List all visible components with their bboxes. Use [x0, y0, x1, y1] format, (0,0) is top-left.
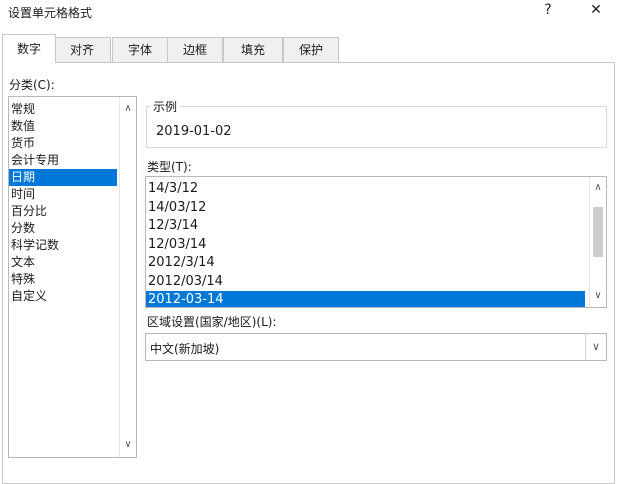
category-item[interactable]: 日期: [9, 169, 117, 186]
help-button[interactable]: ?: [534, 0, 562, 22]
chevron-down-icon[interactable]: ∨: [585, 334, 606, 360]
tab-border[interactable]: 边框: [167, 37, 223, 62]
scroll-down-icon[interactable]: ∨: [590, 288, 606, 304]
category-item[interactable]: 货币: [9, 135, 117, 152]
scroll-down-icon[interactable]: ∨: [120, 437, 136, 453]
type-listbox[interactable]: 14/3/12 14/03/12 12/3/14 12/03/14 2012/3/14 2…: [145, 176, 607, 308]
tab-fill[interactable]: 填充: [223, 37, 283, 62]
locale-label: 区域设置(国家/地区)(L):: [147, 315, 277, 329]
tab-protection[interactable]: 保护: [283, 37, 339, 62]
type-label: 类型(T):: [147, 160, 192, 174]
category-item[interactable]: 会计专用: [9, 152, 117, 169]
tab-font[interactable]: 字体: [112, 37, 168, 62]
type-items: 14/3/12 14/03/12 12/3/14 12/03/14 2012/3/14 2…: [146, 177, 585, 307]
category-item[interactable]: 科学记数: [9, 237, 117, 254]
category-item[interactable]: 时间: [9, 186, 117, 203]
tab-alignment[interactable]: 对齐: [53, 37, 111, 62]
category-item[interactable]: 分数: [9, 220, 117, 237]
tab-number[interactable]: 数字: [2, 34, 56, 63]
type-item[interactable]: 12/03/14: [146, 236, 585, 255]
type-item[interactable]: 14/3/12: [146, 180, 585, 199]
dialog-title: 设置单元格格式: [8, 6, 93, 20]
category-item[interactable]: 文本: [9, 254, 117, 271]
scroll-up-icon[interactable]: ∧: [120, 101, 136, 117]
category-item[interactable]: 常规: [9, 101, 117, 118]
sample-value: 2019-01-02: [156, 124, 232, 139]
type-item[interactable]: 12/3/14: [146, 217, 585, 236]
scroll-thumb[interactable]: [593, 207, 603, 257]
locale-select[interactable]: 中文(新加坡) ∨: [145, 333, 607, 361]
scroll-up-icon[interactable]: ∧: [590, 180, 606, 196]
type-item[interactable]: 14/03/12: [146, 199, 585, 218]
close-button[interactable]: ✕: [582, 0, 610, 22]
category-scrollbar[interactable]: ∧ ∨: [119, 97, 136, 457]
type-scrollbar[interactable]: ∧ ∨: [589, 177, 606, 307]
category-item[interactable]: 百分比: [9, 203, 117, 220]
category-item[interactable]: 自定义: [9, 288, 117, 305]
type-item[interactable]: 2012-03-14: [146, 291, 585, 307]
type-item[interactable]: 2012/03/14: [146, 273, 585, 292]
type-item[interactable]: 2012/3/14: [146, 254, 585, 273]
sample-label: 示例: [151, 98, 180, 115]
category-item[interactable]: 特殊: [9, 271, 117, 288]
locale-value: 中文(新加坡): [150, 342, 220, 356]
category-items: 常规 数值 货币 会计专用 日期 时间 百分比 分数 科学记数 文本 特殊 自定义: [9, 97, 117, 305]
category-label: 分类(C):: [9, 78, 55, 92]
category-listbox[interactable]: 常规 数值 货币 会计专用 日期 时间 百分比 分数 科学记数 文本 特殊 自定义 ∧ ∨: [8, 96, 137, 458]
category-item[interactable]: 数值: [9, 118, 117, 135]
